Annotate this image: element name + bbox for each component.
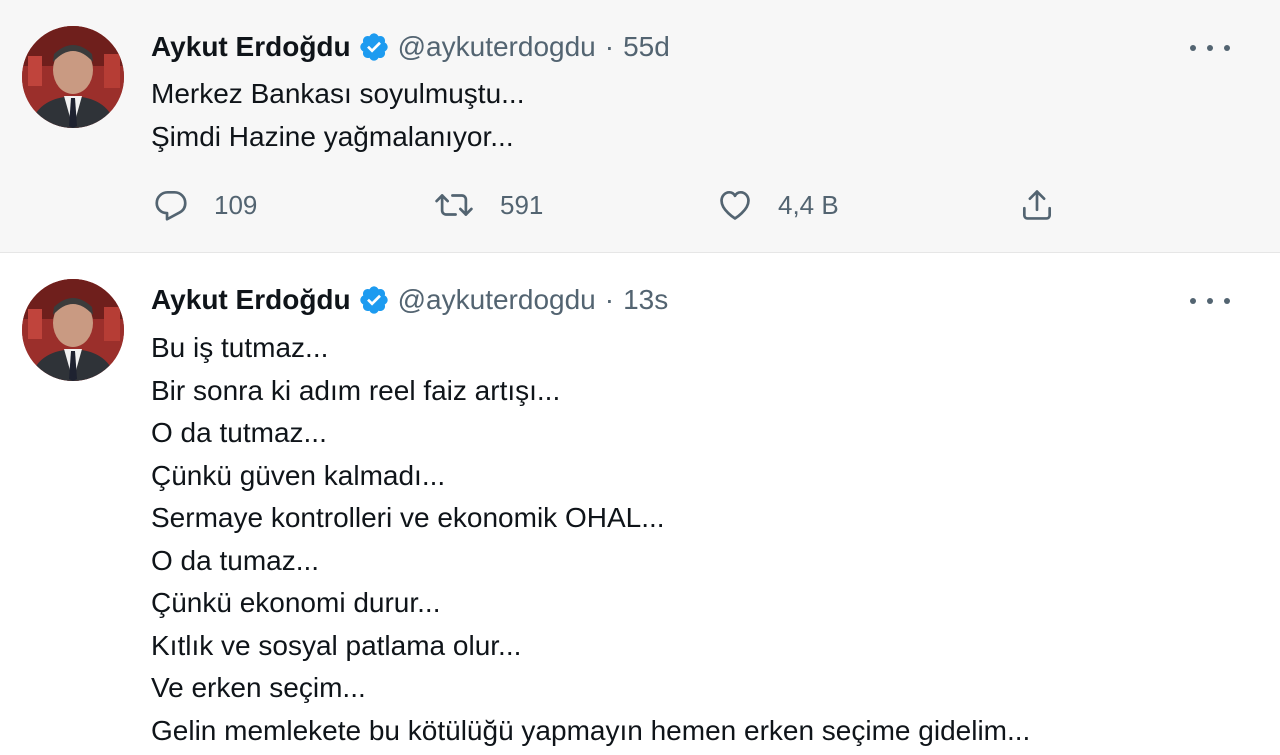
tweet-text: Bu iş tutmaz... Bir sonra ki adım reel f… xyxy=(151,327,1030,752)
tweet-text-line: Gelin memlekete bu kötülüğü yapmayın hem… xyxy=(151,714,1031,746)
more-icon[interactable] xyxy=(1190,38,1230,58)
tweet-text-line: Merkez Bankası soyulmuştu... xyxy=(151,78,525,109)
tweet-text-line: O da tumaz... xyxy=(151,544,320,576)
tweet-text-line: Sermaye kontrolleri ve ekonomik OHAL... xyxy=(151,502,665,533)
author-name[interactable]: Aykut Erdoğdu xyxy=(151,284,351,316)
retweet-count: 591 xyxy=(500,189,544,220)
tweet-header: Aykut Erdoğdu @aykuterdogdu · 13s xyxy=(151,280,668,320)
share-icon xyxy=(1018,186,1056,224)
tweet-text-line: Bu iş tutmaz... xyxy=(151,332,329,363)
retweet-icon xyxy=(433,186,475,224)
tweet-text: Merkez Bankası soyulmuştu... Şimdi Hazin… xyxy=(151,73,524,158)
tweet-actions: 109 591 4,4 B xyxy=(0,183,1280,227)
avatar[interactable] xyxy=(22,279,124,381)
tweet-timestamp[interactable]: 13s xyxy=(623,284,668,316)
verified-badge-icon xyxy=(358,284,390,316)
tweet-text-line: Bir sonra ki adım reel faiz artışı... xyxy=(151,374,561,406)
tweet-text-line: Şimdi Hazine yağmalanıyor... xyxy=(151,120,514,152)
author-handle[interactable]: @aykuterdogdu xyxy=(398,284,596,316)
author-name[interactable]: Aykut Erdoğdu xyxy=(151,31,351,63)
tweet-text-line: Ve erken seçim... xyxy=(151,672,366,703)
like-icon xyxy=(716,186,754,224)
tweet-text-line: O da tutmaz... xyxy=(151,417,327,448)
retweet-button[interactable]: 591 xyxy=(433,183,543,227)
like-button[interactable]: 4,4 B xyxy=(716,183,839,227)
reply-button[interactable]: 109 xyxy=(152,183,257,227)
author-handle[interactable]: @aykuterdogdu xyxy=(398,31,596,63)
separator-dot: · xyxy=(604,284,615,315)
verified-badge-icon xyxy=(358,31,390,63)
reply-icon xyxy=(152,186,190,224)
reply-count: 109 xyxy=(214,189,258,220)
tweet-card[interactable]: Aykut Erdoğdu @aykuterdogdu · 55d Merkez… xyxy=(0,0,1280,253)
tweet-card[interactable]: Aykut Erdoğdu @aykuterdogdu · 13s Bu iş … xyxy=(0,253,1280,755)
tweet-text-line: Çünkü ekonomi durur... xyxy=(151,587,441,618)
tweet-text-line: Çünkü güven kalmadı... xyxy=(151,459,446,491)
share-button[interactable] xyxy=(1018,183,1056,227)
tweet-text-line: Kıtlık ve sosyal patlama olur... xyxy=(151,629,522,661)
tweet-timestamp[interactable]: 55d xyxy=(623,31,670,63)
avatar[interactable] xyxy=(22,26,124,128)
like-count: 4,4 B xyxy=(778,189,839,220)
separator-dot: · xyxy=(604,31,615,62)
more-icon[interactable] xyxy=(1190,291,1230,311)
tweet-header: Aykut Erdoğdu @aykuterdogdu · 55d xyxy=(151,27,670,67)
